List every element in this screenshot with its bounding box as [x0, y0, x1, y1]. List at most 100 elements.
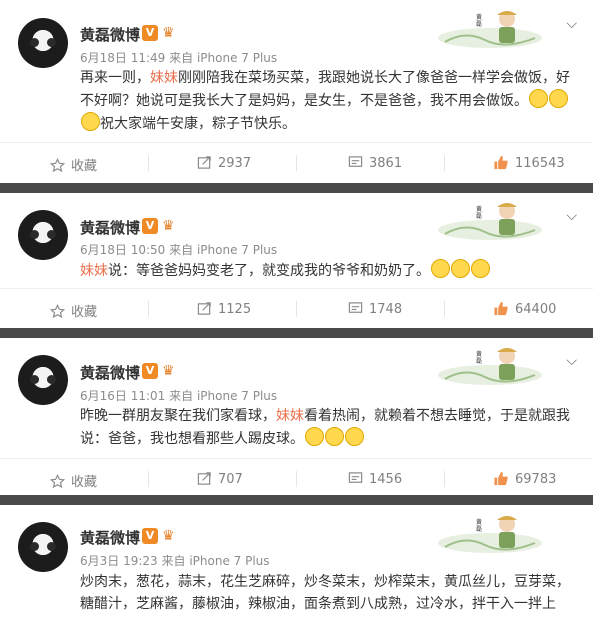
post-source: 来自 iPhone 7 Plus [161, 554, 270, 568]
favorite-button[interactable]: 收藏 [49, 155, 97, 174]
emoji-face-icon [305, 427, 324, 446]
emoji-face-icon [325, 427, 344, 446]
weibo-post: 黄磊微博 V ♛ 6月16日 11:01 来自 iPhone 7 Plus 黄磊… [0, 338, 593, 495]
repost-icon [197, 302, 211, 315]
mention-highlight[interactable]: 妹妹 [150, 70, 178, 86]
weibo-post: 黄磊微博 V ♛ 6月18日 11:49 来自 iPhone 7 Plus 黄磊… [0, 0, 593, 183]
profile-card-decoration: 黄磊 [435, 513, 545, 553]
post-time[interactable]: 6月16日 11:01 [80, 389, 165, 403]
like-count: 116543 [515, 156, 565, 171]
verified-badge-icon: V [142, 218, 158, 234]
comment-icon [348, 472, 363, 483]
verified-badge-icon: V [142, 363, 158, 379]
post-separator [0, 183, 593, 193]
action-bar: 收藏 2937 3861 116543 [0, 142, 593, 183]
comment-count: 3861 [369, 156, 403, 171]
favorite-label: 收藏 [71, 475, 98, 490]
repost-icon [197, 472, 211, 485]
post-content: 再来一则，妹妹刚刚陪我在菜场买菜，我跟她说长大了像爸爸一样学会做饭，好不好啊？她… [80, 67, 571, 135]
avatar[interactable] [18, 18, 68, 68]
member-icon[interactable]: ♛ [162, 25, 178, 41]
mention-highlight[interactable]: 妹妹 [80, 263, 108, 279]
post-meta: 6月18日 10:50 来自 iPhone 7 Plus [80, 241, 277, 258]
favorite-label: 收藏 [71, 305, 98, 320]
member-icon[interactable]: ♛ [162, 528, 178, 544]
user-name[interactable]: 黄磊微博 [80, 362, 140, 383]
post-text: 再来一则， [80, 70, 150, 86]
comment-count: 1748 [369, 302, 403, 317]
divider [296, 471, 297, 487]
post-source: 来自 iPhone 7 Plus [169, 51, 278, 65]
mention-highlight[interactable]: 妹妹 [276, 408, 304, 424]
like-button[interactable]: 116543 [493, 155, 565, 171]
star-icon [49, 473, 66, 489]
emoji-face-icon [549, 89, 568, 108]
landscape-illustration [438, 516, 542, 553]
divider [296, 155, 297, 171]
post-text: 祝大家端午安康，粽子节快乐。 [100, 116, 296, 132]
chevron-down-icon[interactable]: ⌵ [566, 208, 577, 224]
post-source: 来自 iPhone 7 Plus [169, 243, 278, 257]
member-icon[interactable]: ♛ [162, 363, 178, 379]
user-name[interactable]: 黄磊微博 [80, 527, 140, 548]
verified-badge-icon: V [142, 528, 158, 544]
post-text: 炒肉末，葱花，蒜末，花生芝麻碎，炒冬菜末，炒榨菜末，黄瓜丝儿，豆芽菜，糖醋汁，芝… [80, 574, 570, 612]
emoji-face-icon [471, 259, 490, 278]
repost-button[interactable]: 707 [197, 471, 243, 487]
like-button[interactable]: 64400 [493, 301, 556, 317]
action-bar: 收藏 1125 1748 64400 [0, 288, 593, 328]
comment-count: 1456 [369, 472, 403, 487]
divider [444, 471, 445, 487]
emoji-face-icon [451, 259, 470, 278]
comment-icon [348, 302, 363, 313]
card-name: 黄磊 [476, 351, 483, 365]
repost-button[interactable]: 2937 [197, 155, 251, 171]
post-meta: 6月3日 19:23 来自 iPhone 7 Plus [80, 552, 270, 569]
like-button[interactable]: 69783 [493, 471, 556, 487]
member-icon[interactable]: ♛ [162, 218, 178, 234]
post-meta: 6月18日 11:49 来自 iPhone 7 Plus [80, 49, 277, 66]
landscape-illustration [438, 348, 542, 385]
like-count: 69783 [515, 472, 557, 487]
post-text: 昨晚一群朋友聚在我们家看球， [80, 408, 276, 424]
avatar[interactable] [18, 355, 68, 405]
post-time[interactable]: 6月18日 11:49 [80, 51, 165, 65]
comment-button[interactable]: 3861 [348, 155, 402, 171]
post-separator [0, 328, 593, 338]
comment-button[interactable]: 1456 [348, 471, 402, 487]
post-separator [0, 495, 593, 505]
post-time[interactable]: 6月3日 19:23 [80, 554, 158, 568]
thumbs-up-icon [494, 471, 508, 486]
profile-card-decoration: 黄磊 [435, 345, 545, 385]
repost-button[interactable]: 1125 [197, 301, 251, 317]
divider [148, 301, 149, 317]
post-content: 妹妹说：等爸爸妈妈变老了，就变成我的爷爷和奶奶了。 [80, 259, 571, 282]
chevron-down-icon[interactable]: ⌵ [566, 16, 577, 32]
chevron-down-icon[interactable]: ⌵ [566, 353, 577, 369]
favorite-button[interactable]: 收藏 [49, 471, 98, 490]
landscape-illustration [438, 11, 542, 48]
weibo-post: 黄磊微博 V ♛ 6月3日 19:23 来自 iPhone 7 Plus 黄磊 … [0, 505, 593, 622]
emoji-face-icon [529, 89, 548, 108]
avatar[interactable] [18, 522, 68, 572]
user-name[interactable]: 黄磊微博 [80, 24, 140, 45]
thumbs-up-icon [494, 301, 508, 316]
post-time[interactable]: 6月18日 10:50 [80, 243, 165, 257]
user-name[interactable]: 黄磊微博 [80, 217, 140, 238]
divider [444, 155, 445, 171]
comment-button[interactable]: 1748 [348, 301, 402, 317]
profile-card-decoration: 黄磊 [435, 8, 545, 48]
post-text: 说：等爸爸妈妈变老了，就变成我的爷爷和奶奶了。 [108, 263, 430, 279]
verified-badge-icon: V [142, 25, 158, 41]
divider [148, 471, 149, 487]
repost-icon [197, 156, 211, 169]
post-meta: 6月16日 11:01 来自 iPhone 7 Plus [80, 387, 277, 404]
avatar[interactable] [18, 210, 68, 260]
emoji-face-icon [81, 112, 100, 131]
action-bar: 收藏 707 1456 69783 [0, 458, 593, 495]
like-count: 64400 [515, 302, 557, 317]
favorite-button[interactable]: 收藏 [49, 301, 98, 320]
comment-icon [348, 156, 363, 167]
repost-count: 707 [218, 472, 243, 487]
repost-count: 2937 [218, 156, 252, 171]
